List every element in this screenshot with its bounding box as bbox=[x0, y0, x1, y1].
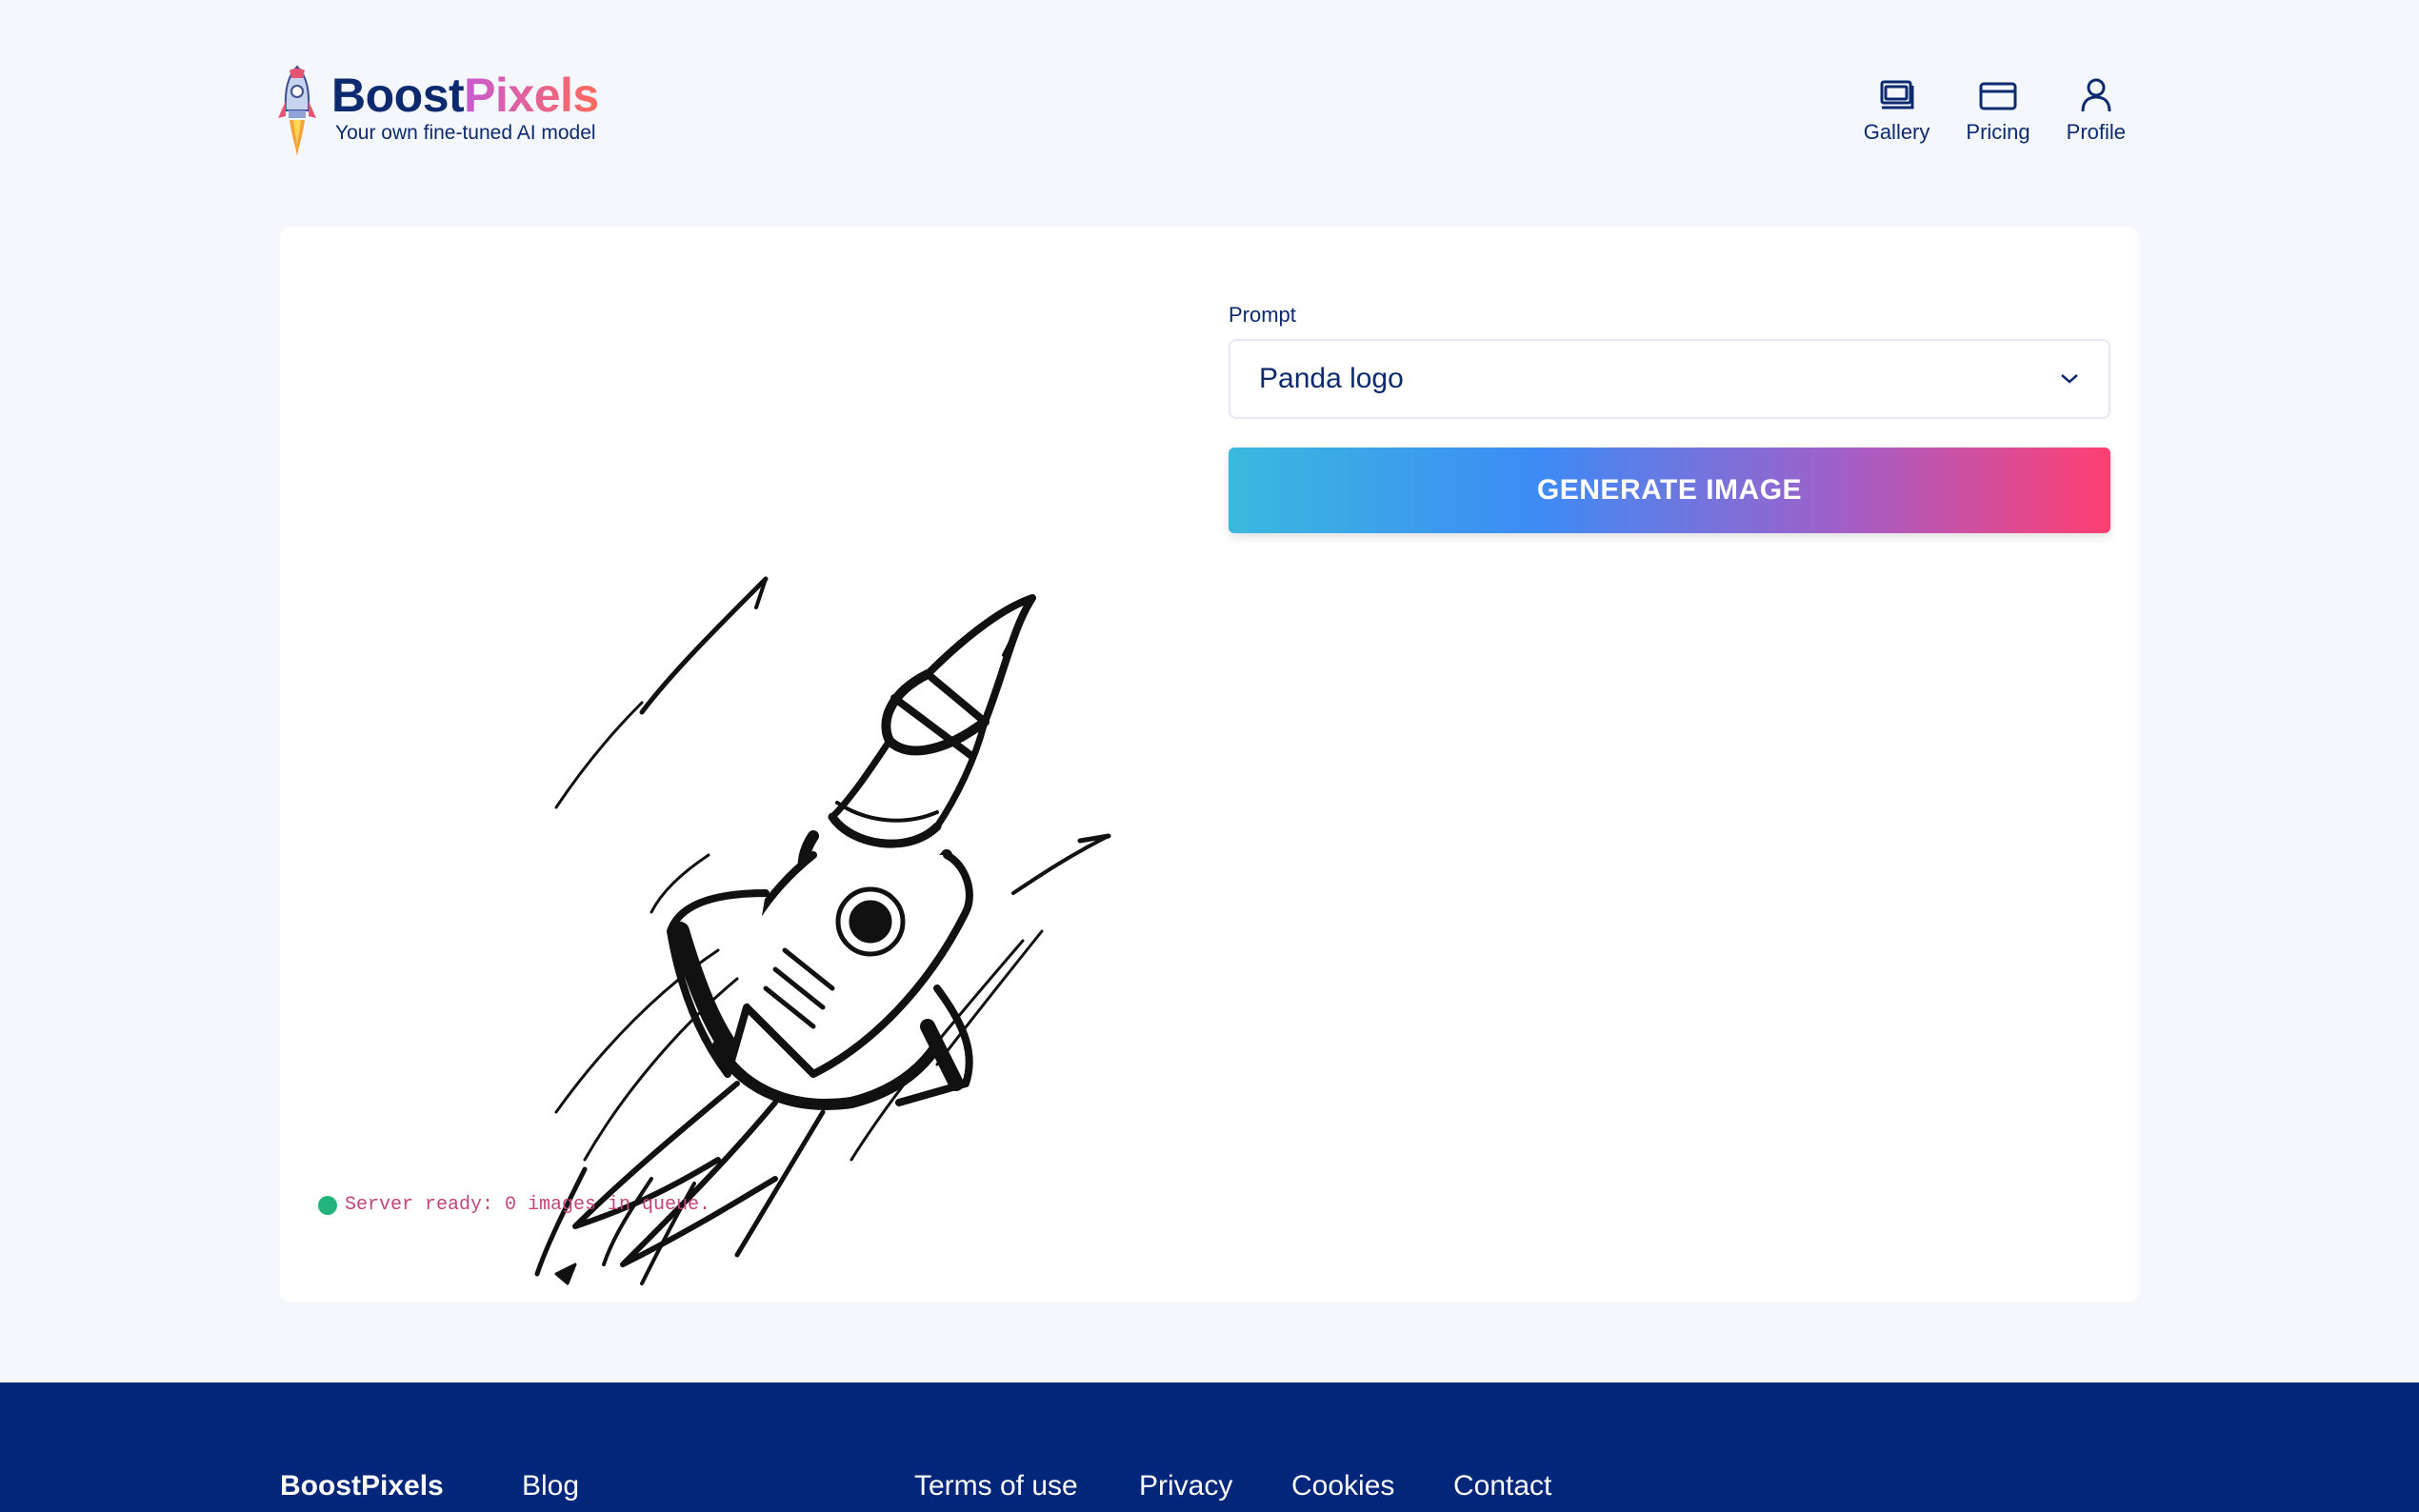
brand-name: BoostPixels bbox=[331, 70, 599, 120]
status-text: Server ready: 0 images in queue. bbox=[345, 1194, 711, 1216]
footer-brand[interactable]: BoostPixels bbox=[280, 1470, 444, 1502]
prompt-label: Prompt bbox=[1229, 303, 1296, 327]
brand-name-part1: Boost bbox=[331, 69, 465, 122]
prompt-select-value: Panda logo bbox=[1259, 363, 1404, 394]
status-dot bbox=[318, 1195, 337, 1215]
footer: BoostPixels Blog Terms of use Privacy Co… bbox=[0, 1383, 2419, 1512]
server-status: Server ready: 0 images in queue. bbox=[318, 1194, 710, 1216]
footer-link-terms[interactable]: Terms of use bbox=[914, 1470, 1078, 1502]
brand-name-part2: Pixels bbox=[464, 69, 599, 122]
top-nav: Gallery Pricing Profile bbox=[1864, 78, 2126, 145]
footer-link-blog[interactable]: Blog bbox=[522, 1470, 579, 1502]
footer-link-contact[interactable]: Contact bbox=[1453, 1470, 1551, 1502]
brand-tagline: Your own fine-tuned AI model bbox=[335, 122, 596, 144]
card-icon bbox=[1979, 82, 2017, 110]
nav-profile-label: Profile bbox=[2066, 120, 2126, 144]
gallery-icon bbox=[1880, 80, 1914, 109]
prompt-form: Prompt Panda logo GENERATE IMAGE bbox=[1229, 303, 2110, 533]
nav-pricing[interactable]: Pricing bbox=[1966, 78, 2030, 145]
rocket-logo-icon bbox=[278, 65, 316, 156]
prompt-select[interactable]: Panda logo bbox=[1229, 339, 2110, 419]
user-icon bbox=[2081, 78, 2111, 112]
nav-gallery[interactable]: Gallery bbox=[1863, 78, 1930, 145]
footer-link-privacy[interactable]: Privacy bbox=[1139, 1470, 1232, 1502]
chevron-down-icon bbox=[2061, 374, 2078, 384]
brand-logo[interactable]: BoostPixels Your own fine-tuned AI model bbox=[276, 65, 638, 169]
generator-card: Server ready: 0 images in queue. Prompt … bbox=[280, 227, 2139, 1303]
nav-profile[interactable]: Profile bbox=[2067, 78, 2126, 145]
footer-link-cookies[interactable]: Cookies bbox=[1291, 1470, 1394, 1502]
nav-gallery-label: Gallery bbox=[1863, 120, 1930, 144]
header: BoostPixels Your own fine-tuned AI model… bbox=[0, 0, 2419, 190]
nav-pricing-label: Pricing bbox=[1966, 120, 2030, 144]
rocket-sketch-icon bbox=[534, 576, 1111, 1285]
generate-image-button[interactable]: GENERATE IMAGE bbox=[1229, 448, 2110, 533]
generated-image bbox=[318, 322, 1156, 1293]
